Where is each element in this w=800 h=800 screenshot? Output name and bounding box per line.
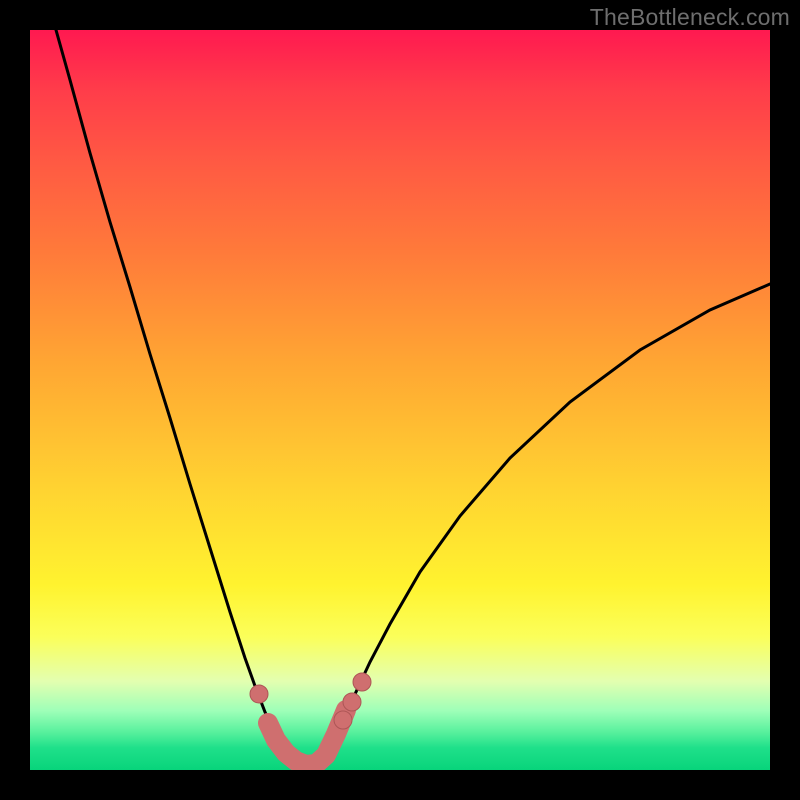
outer-frame: TheBottleneck.com	[0, 0, 800, 800]
plot-area	[30, 30, 770, 770]
watermark-text: TheBottleneck.com	[590, 4, 790, 31]
